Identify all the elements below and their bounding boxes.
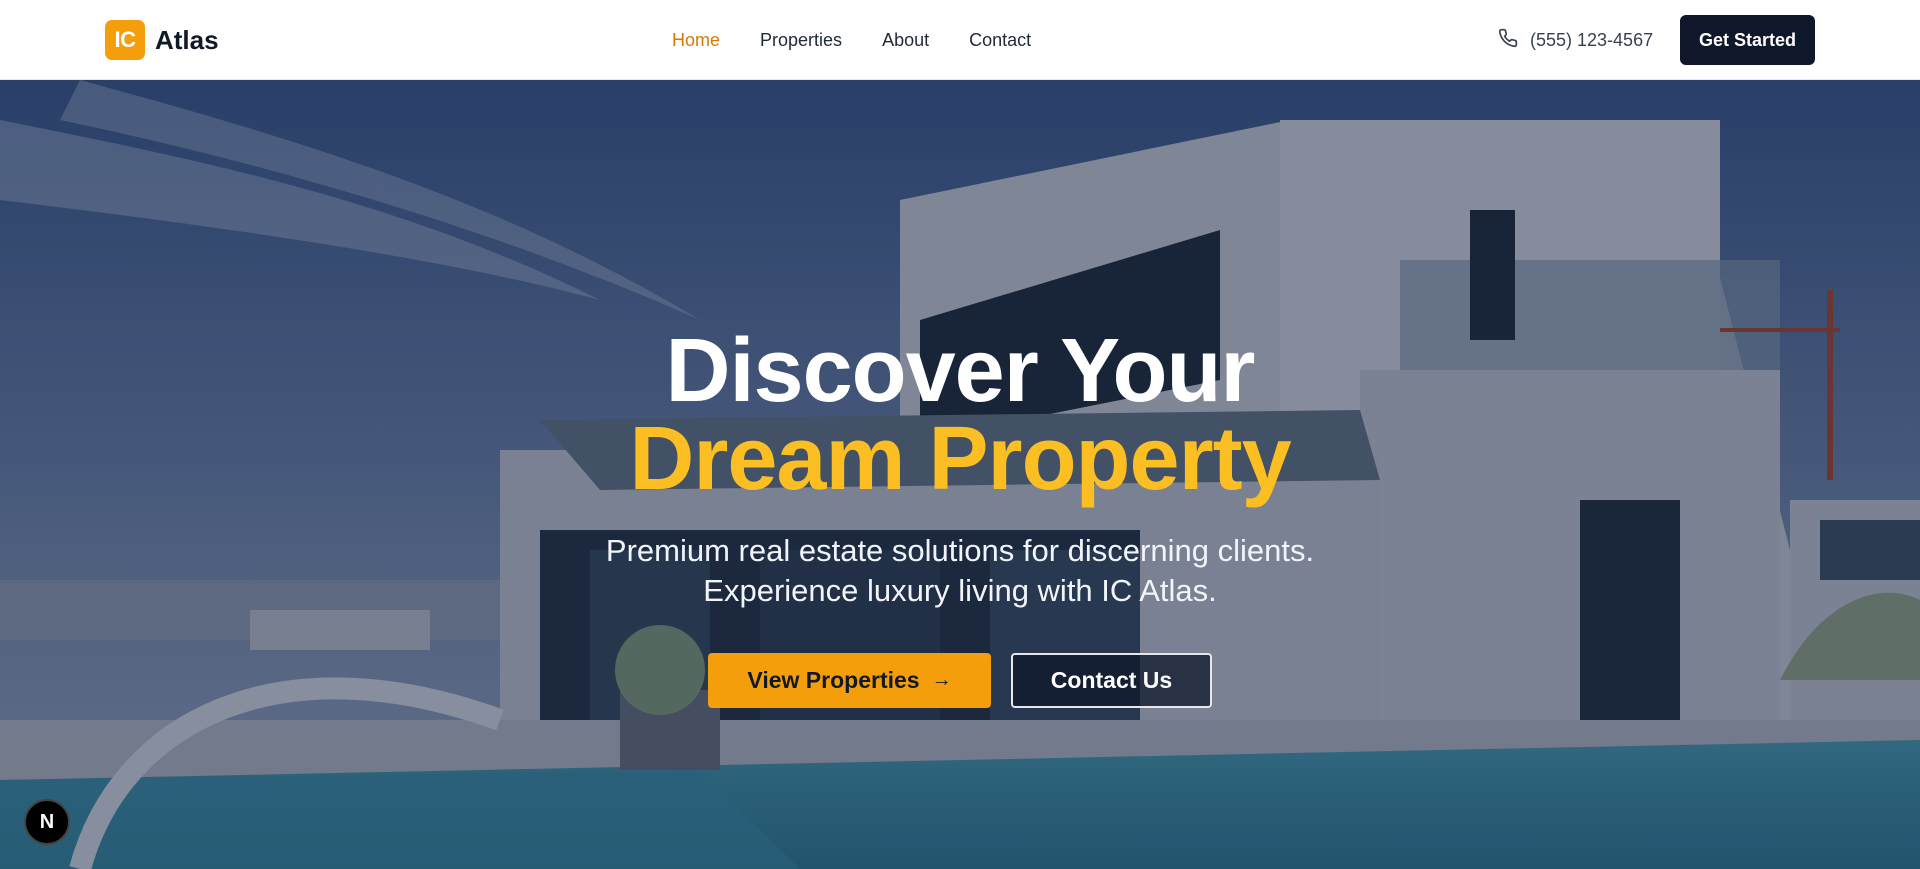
view-properties-label: View Properties (747, 667, 920, 693)
hero-subtitle-line1: Premium real estate solutions for discer… (605, 533, 1315, 568)
phone-number: (555) 123-4567 (1530, 30, 1654, 50)
phone-contact[interactable]: (555) 123-4567 (1498, 28, 1653, 53)
hero-section: Discover Your Dream Property Premium rea… (0, 80, 1920, 869)
nav-item-contact[interactable]: Contact (969, 30, 1031, 51)
logo-badge: IC (105, 20, 145, 60)
nav-item-about[interactable]: About (882, 30, 929, 51)
contact-us-button[interactable]: Contact Us (1011, 653, 1212, 708)
phone-icon (1498, 28, 1530, 53)
hero-subtitle-line2: Experience luxury living with IC Atlas. (703, 573, 1217, 608)
arrow-right-icon: → (931, 669, 952, 691)
hero-title-line2: Dream Property (629, 409, 1291, 509)
nav-item-properties[interactable]: Properties (760, 30, 842, 51)
view-properties-button[interactable]: View Properties → (708, 653, 991, 708)
brand-logo[interactable]: IC Atlas (105, 20, 219, 60)
site-header: IC Atlas Home Properties About Contact (… (0, 0, 1920, 80)
nav-item-home[interactable]: Home (672, 30, 720, 51)
main-nav: Home Properties About Contact (672, 0, 1071, 80)
get-started-button[interactable]: Get Started (1680, 15, 1815, 65)
logo-text: Atlas (155, 24, 219, 55)
dev-tools-badge[interactable]: N (24, 799, 70, 845)
